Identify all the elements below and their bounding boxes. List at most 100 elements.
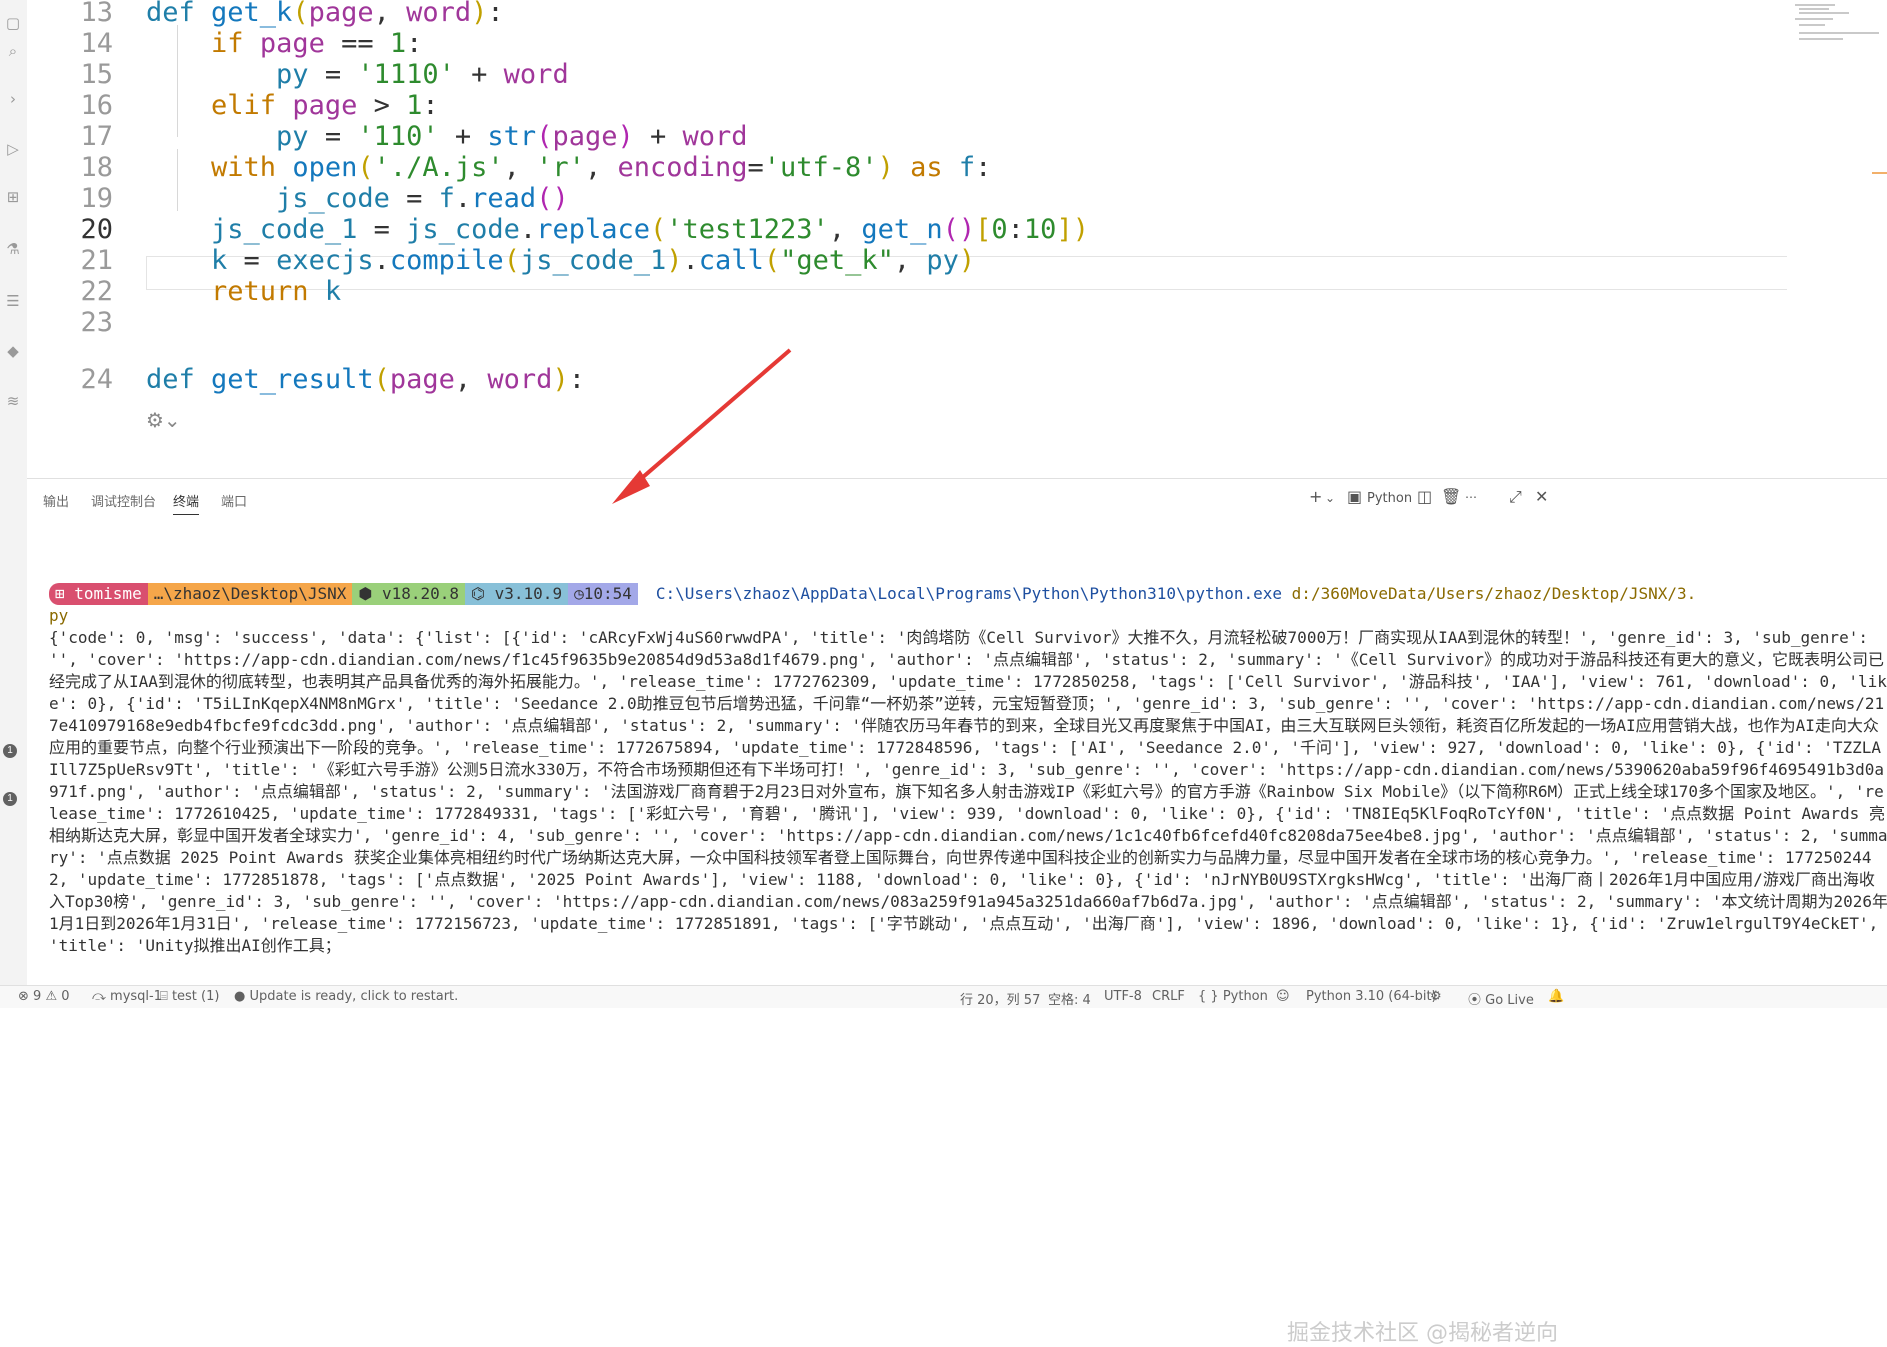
- search-icon[interactable]: ⌕: [2, 40, 24, 62]
- code-token: :: [1007, 214, 1024, 245]
- code-token: ==: [324, 28, 390, 59]
- db-connection[interactable]: ⤼ mysql-1: [92, 989, 162, 1004]
- code-token: 'test1223': [666, 214, 829, 245]
- code-token: =: [308, 59, 358, 90]
- code-line[interactable]: 23: [27, 304, 1887, 341]
- python-interpreter[interactable]: Python 3.10 (64-bit): [1306, 989, 1437, 1004]
- python-icon: ⌬: [471, 584, 495, 603]
- code-token: replace: [536, 214, 650, 245]
- codelens-icon[interactable]: ⚙⌄: [146, 408, 181, 432]
- format-icon[interactable]: ⚙: [1430, 989, 1442, 1004]
- panel-tabs: 输出 调试控制台 终端 端口 + ⌄ ▣ Python ◫ 🗑 … ⤢ ✕: [27, 479, 1887, 519]
- run-debug-icon[interactable]: ▷: [2, 138, 24, 160]
- code-token: 1: [406, 90, 423, 121]
- code-token: >: [357, 90, 407, 121]
- code-token: .: [373, 245, 390, 276]
- prompt-node: ⬢ v18.20.8: [352, 583, 466, 605]
- tab-terminal[interactable]: 终端: [173, 491, 200, 515]
- line-ending[interactable]: CRLF: [1152, 989, 1185, 1004]
- chevron-down-icon[interactable]: ⌄: [1325, 491, 1335, 505]
- terminal-output[interactable]: {'code': 0, 'msg': 'success', 'data': {'…: [49, 627, 1887, 957]
- code-token: compile: [389, 245, 504, 276]
- line-number: 23: [80, 307, 113, 338]
- encoding[interactable]: UTF-8: [1104, 989, 1142, 1004]
- code-token: +: [454, 59, 504, 90]
- close-panel-icon[interactable]: ✕: [1535, 487, 1548, 506]
- code-token: page: [308, 0, 374, 28]
- copilot-icon[interactable]: ☺: [1276, 989, 1290, 1004]
- tab-debug-console[interactable]: 调试控制台: [91, 491, 156, 510]
- code-token: get_k: [211, 0, 293, 28]
- maximize-panel-icon[interactable]: ⤢: [1509, 487, 1522, 507]
- terminal-prompt: ⊞ tomisme …\zhaoz\Desktop\JSNX ⬢ v18.20.8 ⌬…: [49, 583, 1696, 605]
- code-token: f: [958, 152, 976, 183]
- code-token: .: [682, 245, 699, 276]
- extensions-icon[interactable]: ⊞: [2, 186, 24, 208]
- testing-icon[interactable]: ⚗: [2, 238, 24, 260]
- go-live-button[interactable]: ⦿ Go Live: [1468, 989, 1534, 1008]
- code-token: execjs: [276, 245, 374, 276]
- trash-icon[interactable]: 🗑: [1441, 487, 1461, 506]
- problems-indicator[interactable]: ⊗ 9 ⚠ 0: [18, 989, 70, 1004]
- scrollbar-marker: [1872, 172, 1887, 174]
- code-token: :: [406, 28, 423, 59]
- terminal-name[interactable]: Python: [1367, 491, 1412, 506]
- more-icon[interactable]: …: [1465, 487, 1477, 501]
- terminal-command: C:\Users\zhaoz\AppData\Local\Programs\Py…: [655, 584, 1283, 603]
- database-icon[interactable]: ☰: [2, 290, 24, 312]
- code-token: f: [438, 183, 455, 214]
- code-token: py: [926, 245, 959, 276]
- code-token: '1110': [357, 59, 455, 90]
- source-control-icon[interactable]: ›: [2, 88, 24, 110]
- language-mode[interactable]: { } Python: [1198, 989, 1268, 1004]
- prompt-python: ⌬ v3.10.9: [465, 583, 569, 605]
- code-token: (: [536, 121, 553, 152]
- split-terminal-icon[interactable]: ◫: [1417, 487, 1432, 506]
- node-icon: ⬢: [358, 584, 382, 603]
- code-token: def: [146, 0, 212, 28]
- code-token: open: [292, 152, 358, 183]
- code-token: :: [568, 364, 585, 395]
- code-token: elif: [211, 90, 293, 121]
- code-token: (: [373, 364, 390, 395]
- code-token: :: [975, 152, 992, 183]
- code-editor[interactable]: 13 def get_k(page, word): 14 if page == 1:…: [27, 0, 1887, 478]
- db-test[interactable]: ⌸ test (1): [160, 989, 219, 1004]
- update-notice[interactable]: ● Update is ready, click to restart.: [234, 989, 458, 1004]
- code-token: :: [422, 90, 439, 121]
- docker-icon[interactable]: ◆: [2, 340, 24, 362]
- tab-output[interactable]: 输出: [43, 491, 69, 510]
- settings-badge[interactable]: 1: [3, 792, 17, 806]
- code-token: js_code_1: [519, 245, 667, 276]
- accounts-badge[interactable]: 1: [3, 744, 17, 758]
- terminal-icon: ▣: [1347, 487, 1363, 506]
- code-token: =: [227, 245, 277, 276]
- prompt-user: ⊞ tomisme: [49, 583, 148, 605]
- tab-ports[interactable]: 端口: [221, 491, 247, 510]
- code-token: ): [471, 0, 488, 28]
- files-icon[interactable]: ▢: [2, 12, 24, 34]
- code-token: ): [958, 245, 976, 276]
- new-terminal-button[interactable]: +: [1309, 487, 1322, 506]
- code-token: py: [276, 121, 309, 152]
- windows-icon: ⊞: [55, 584, 75, 603]
- code-line[interactable]: 24 def get_result(page, word):: [27, 361, 1887, 398]
- indentation[interactable]: 空格: 4: [1048, 989, 1091, 1008]
- code-token: './A.js': [373, 152, 504, 183]
- remote-icon[interactable]: ≋: [2, 390, 24, 412]
- code-token: as: [893, 152, 959, 183]
- code-token: +: [633, 121, 683, 152]
- code-token: word: [487, 364, 553, 395]
- code-token: [: [975, 214, 992, 245]
- notifications-icon[interactable]: 🔔: [1548, 989, 1564, 1004]
- bottom-panel: 输出 调试控制台 终端 端口 + ⌄ ▣ Python ◫ 🗑 … ⤢ ✕ ⊞ …: [27, 478, 1887, 1346]
- minimap[interactable]: [1787, 0, 1887, 478]
- cursor-position[interactable]: 行 20，列 57: [960, 989, 1040, 1008]
- code-token: (): [536, 183, 569, 214]
